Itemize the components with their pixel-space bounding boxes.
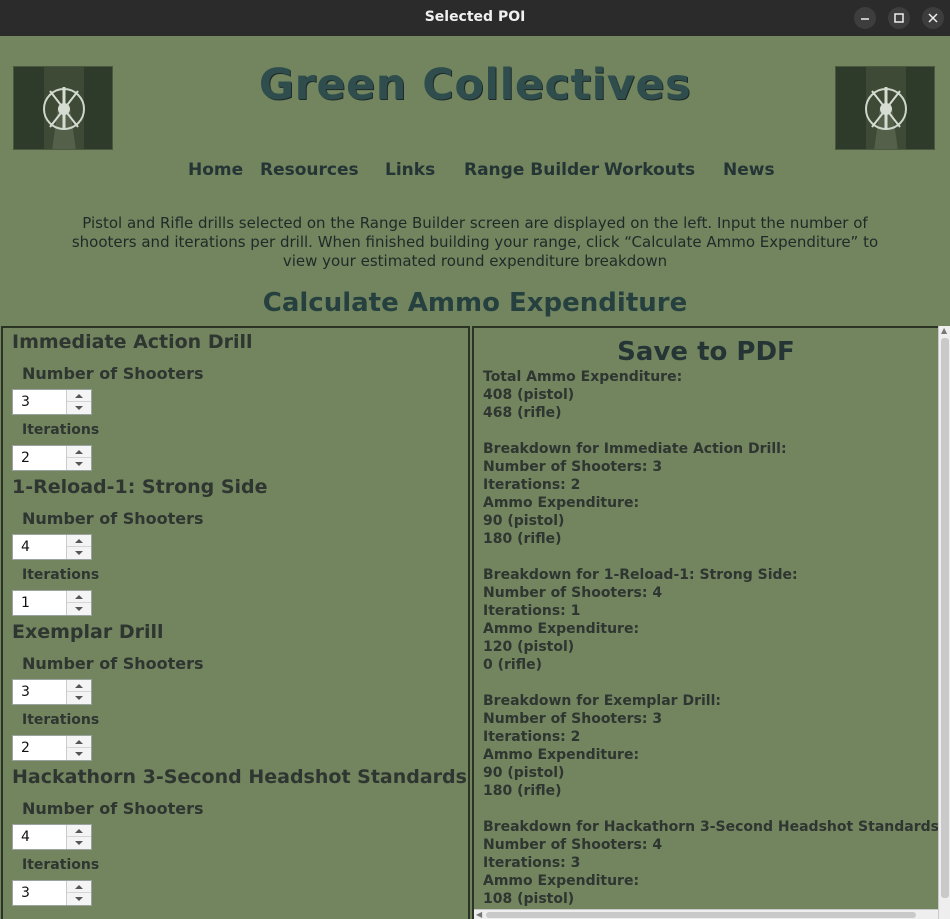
- chevron-down-icon: [75, 551, 83, 555]
- nav-news[interactable]: News: [723, 160, 775, 180]
- shooters-label: Number of Shooters: [22, 654, 204, 673]
- nav-resources[interactable]: Resources: [260, 160, 359, 180]
- chevron-up-icon: [75, 684, 83, 688]
- chevron-up-icon: [75, 450, 83, 454]
- iterations-label: Iterations: [22, 712, 100, 728]
- decrement-button[interactable]: [67, 692, 91, 704]
- shooters-spinner[interactable]: 3: [12, 679, 92, 705]
- iterations-spinner[interactable]: 1: [12, 590, 92, 616]
- increment-button[interactable]: [67, 591, 91, 603]
- chevron-down-icon: [75, 696, 83, 700]
- iterations-spinner[interactable]: 2: [12, 445, 92, 471]
- spinner-value[interactable]: 4: [21, 829, 30, 845]
- nav-links[interactable]: Links: [385, 160, 435, 180]
- decrement-button[interactable]: [67, 603, 91, 615]
- close-button[interactable]: [922, 7, 944, 29]
- decrement-button[interactable]: [67, 402, 91, 414]
- drill-title: Exemplar Drill: [12, 621, 164, 643]
- scroll-up-icon[interactable]: ▲: [941, 326, 947, 335]
- shooters-spinner[interactable]: 4: [12, 534, 92, 560]
- iterations-spinner[interactable]: 2: [12, 735, 92, 761]
- shooters-label: Number of Shooters: [22, 799, 204, 818]
- chevron-up-icon: [75, 394, 83, 398]
- decrement-button[interactable]: [67, 893, 91, 905]
- horizontal-scrollbar[interactable]: ◀: [474, 909, 938, 919]
- spinner-arrows: [66, 535, 91, 559]
- spinner-value[interactable]: 2: [21, 740, 30, 756]
- chevron-up-icon: [75, 539, 83, 543]
- iterations-label: Iterations: [22, 857, 100, 873]
- window-titlebar: Selected POI: [0, 0, 950, 36]
- shooters-label: Number of Shooters: [22, 509, 204, 528]
- scroll-left-icon[interactable]: ◀: [476, 910, 482, 919]
- chevron-down-icon: [75, 462, 83, 466]
- increment-button[interactable]: [67, 535, 91, 547]
- iterations-spinner[interactable]: 3: [12, 880, 92, 906]
- chevron-down-icon: [75, 406, 83, 410]
- window-title: Selected POI: [424, 9, 526, 25]
- increment-button[interactable]: [67, 881, 91, 893]
- spinner-arrows: [66, 591, 91, 615]
- app-header: Green Collectives Home Resources Links R…: [0, 36, 950, 325]
- shooters-label: Number of Shooters: [22, 364, 204, 383]
- drill-title: Hackathorn 3-Second Headshot Standards: [12, 766, 467, 788]
- spinner-value[interactable]: 2: [21, 450, 30, 466]
- drill-inputs-panel: Immediate Action Drill Number of Shooter…: [1, 326, 470, 919]
- shooters-spinner[interactable]: 4: [12, 824, 92, 850]
- increment-button[interactable]: [67, 446, 91, 458]
- decrement-button[interactable]: [67, 837, 91, 849]
- increment-button[interactable]: [67, 736, 91, 748]
- close-icon: [928, 13, 938, 23]
- spinner-arrows: [66, 736, 91, 760]
- chevron-down-icon: [75, 607, 83, 611]
- spinner-arrows: [66, 881, 91, 905]
- scrollbar-thumb[interactable]: [486, 912, 916, 918]
- spinner-value[interactable]: 1: [21, 595, 30, 611]
- chevron-up-icon: [75, 740, 83, 744]
- spinner-value[interactable]: 4: [21, 539, 30, 555]
- calculate-ammo-button[interactable]: Calculate Ammo Expenditure: [0, 288, 950, 318]
- decrement-button[interactable]: [67, 458, 91, 470]
- spinner-arrows: [66, 825, 91, 849]
- chevron-down-icon: [75, 897, 83, 901]
- chevron-down-icon: [75, 752, 83, 756]
- vertical-scrollbar[interactable]: ▲: [938, 326, 950, 919]
- shooters-spinner[interactable]: 3: [12, 389, 92, 415]
- decrement-button[interactable]: [67, 547, 91, 559]
- chevron-down-icon: [75, 841, 83, 845]
- increment-button[interactable]: [67, 825, 91, 837]
- results-panel: Save to PDF Total Ammo Expenditure: 408 …: [472, 326, 938, 919]
- spinner-arrows: [66, 446, 91, 470]
- minimize-icon: [861, 18, 869, 20]
- maximize-icon: [894, 13, 904, 23]
- minimize-button[interactable]: [854, 7, 876, 29]
- spinner-arrows: [66, 680, 91, 704]
- nav-home[interactable]: Home: [188, 160, 243, 180]
- chevron-up-icon: [75, 885, 83, 889]
- decrement-button[interactable]: [67, 748, 91, 760]
- spinner-value[interactable]: 3: [21, 885, 30, 901]
- save-to-pdf-button[interactable]: Save to PDF: [474, 337, 938, 367]
- increment-button[interactable]: [67, 680, 91, 692]
- increment-button[interactable]: [67, 390, 91, 402]
- scrollbar-thumb[interactable]: [941, 338, 949, 898]
- chevron-up-icon: [75, 829, 83, 833]
- nav-workouts[interactable]: Workouts: [604, 160, 695, 180]
- nav-range-builder[interactable]: Range Builder: [464, 160, 599, 180]
- spinner-value[interactable]: 3: [21, 684, 30, 700]
- iterations-label: Iterations: [22, 567, 100, 583]
- ammo-breakdown-text: Total Ammo Expenditure: 408 (pistol) 468…: [483, 369, 938, 919]
- spinner-arrows: [66, 390, 91, 414]
- iterations-label: Iterations: [22, 422, 100, 438]
- chevron-up-icon: [75, 595, 83, 599]
- drill-title: 1-Reload-1: Strong Side: [12, 476, 268, 498]
- intro-text: Pistol and Rifle drills selected on the …: [71, 214, 879, 270]
- maximize-button[interactable]: [888, 7, 910, 29]
- spinner-value[interactable]: 3: [21, 394, 30, 410]
- brand-title: Green Collectives: [258, 60, 692, 110]
- drill-title: Immediate Action Drill: [12, 331, 253, 353]
